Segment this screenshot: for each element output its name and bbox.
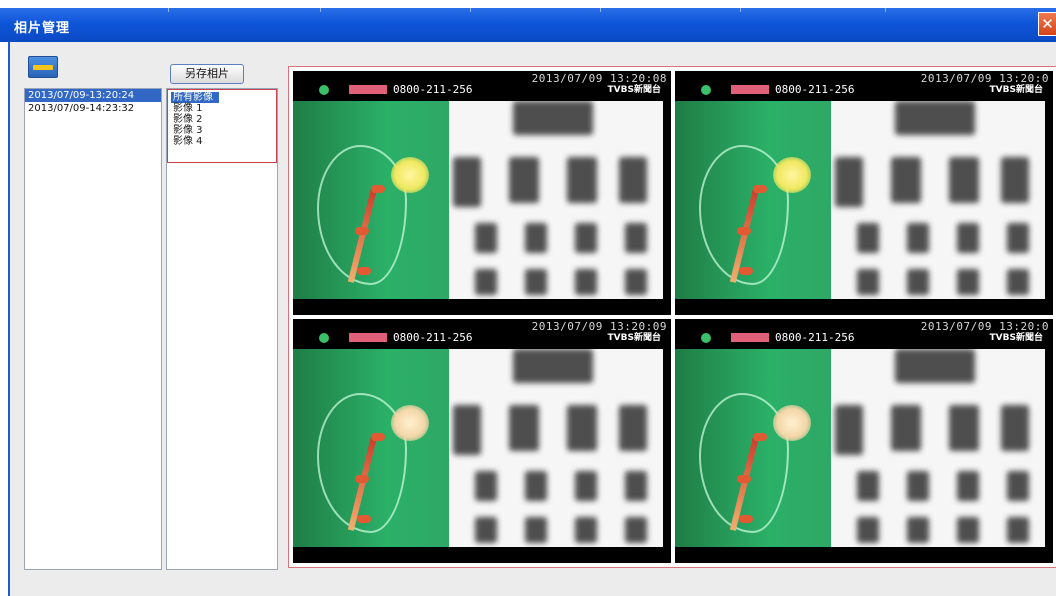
photo-frame-1[interactable]: 2013/07/09 13:20:08 0800-211-256 TVBS新聞台 <box>293 71 671 315</box>
channel-logo: TVBS新聞台 <box>989 85 1043 95</box>
sponsor-brand-tag <box>731 333 769 342</box>
medical-illustration <box>293 349 449 547</box>
frame-phone: 0800-211-256 <box>775 331 855 344</box>
frame-phone: 0800-211-256 <box>775 83 855 96</box>
image-list-item[interactable]: 影像 2 <box>171 114 277 125</box>
blurred-chart-area <box>449 101 663 299</box>
medical-illustration <box>675 349 831 547</box>
image-list[interactable]: 所有影像 影像 1 影像 2 影像 3 影像 4 <box>166 88 278 570</box>
photo-grid: 2013/07/09 13:20:08 0800-211-256 TVBS新聞台 <box>293 71 1053 563</box>
title-bar: 相片管理 ✕ <box>0 8 1056 42</box>
date-list-item[interactable]: 2013/07/09-13:20:24 <box>25 89 161 102</box>
blurred-chart-area <box>449 349 663 547</box>
blurred-chart-area <box>831 101 1045 299</box>
frame-phone: 0800-211-256 <box>393 331 473 344</box>
close-button[interactable]: ✕ <box>1038 12 1056 36</box>
window-title: 相片管理 <box>14 21 71 36</box>
photo-preview-panel: 2013/07/09 13:20:08 0800-211-256 TVBS新聞台 <box>288 66 1056 568</box>
save-photo-button[interactable]: 另存相片 <box>170 64 244 84</box>
close-icon: ✕ <box>1041 15 1054 33</box>
frame-phone: 0800-211-256 <box>393 83 473 96</box>
sponsor-logo-icon <box>701 333 711 343</box>
window-client: 另存相片 2013/07/09-13:20:24 2013/07/09-14:2… <box>8 42 1056 596</box>
date-list-item[interactable]: 2013/07/09-14:23:32 <box>25 102 161 115</box>
channel-logo: TVBS新聞台 <box>607 85 661 95</box>
channel-logo: TVBS新聞台 <box>607 333 661 343</box>
medical-illustration <box>293 101 449 299</box>
image-list-item[interactable]: 影像 4 <box>171 136 277 147</box>
image-list-item[interactable]: 影像 1 <box>171 103 277 114</box>
sponsor-brand-tag <box>731 85 769 94</box>
sponsor-logo-icon <box>319 333 329 343</box>
photo-frame-3[interactable]: 2013/07/09 13:20:09 0800-211-256 TVBS新聞台 <box>293 319 671 563</box>
photo-frame-4[interactable]: 2013/07/09 13:20:0 0800-211-256 TVBS新聞台 <box>675 319 1053 563</box>
date-list[interactable]: 2013/07/09-13:20:24 2013/07/09-14:23:32 <box>24 88 162 570</box>
sponsor-logo-icon <box>319 85 329 95</box>
sponsor-brand-tag <box>349 85 387 94</box>
folder-icon <box>33 65 53 70</box>
blurred-chart-area <box>831 349 1045 547</box>
image-list-item[interactable]: 影像 3 <box>171 125 277 136</box>
medical-illustration <box>675 101 831 299</box>
sponsor-logo-icon <box>701 85 711 95</box>
open-folder-button[interactable] <box>28 56 58 78</box>
photo-frame-2[interactable]: 2013/07/09 13:20:0 0800-211-256 TVBS新聞台 <box>675 71 1053 315</box>
channel-logo: TVBS新聞台 <box>989 333 1043 343</box>
image-list-item-all[interactable]: 所有影像 <box>171 92 219 103</box>
sponsor-brand-tag <box>349 333 387 342</box>
